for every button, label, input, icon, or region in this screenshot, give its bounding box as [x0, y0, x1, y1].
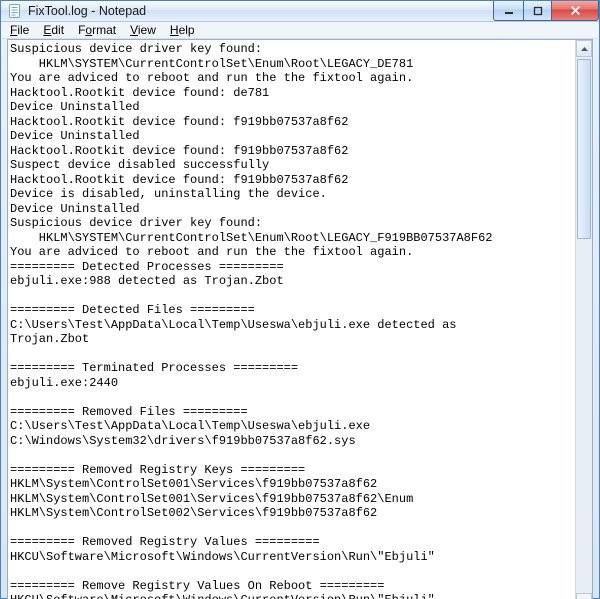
notepad-icon	[7, 3, 23, 19]
scroll-thumb[interactable]	[577, 59, 591, 239]
scroll-track[interactable]	[576, 57, 592, 593]
window-title: FixTool.log - Notepad	[28, 4, 493, 18]
vertical-scrollbar[interactable]	[575, 40, 592, 599]
menubar: File Edit Format View Help	[1, 22, 599, 39]
maximize-button[interactable]	[523, 1, 551, 21]
chevron-up-icon	[581, 47, 588, 51]
menu-view[interactable]: View	[123, 22, 163, 38]
close-button[interactable]	[551, 1, 599, 21]
menu-format[interactable]: Format	[71, 22, 123, 38]
minimize-button[interactable]	[493, 1, 523, 21]
scroll-down-button[interactable]	[576, 593, 592, 599]
maximize-icon	[533, 6, 543, 16]
titlebar[interactable]: FixTool.log - Notepad	[1, 1, 599, 22]
menu-file[interactable]: File	[3, 22, 36, 38]
client-area: Suspicious device driver key found: HKLM…	[7, 39, 593, 599]
window-controls	[493, 1, 599, 21]
scroll-up-button[interactable]	[576, 40, 592, 57]
menu-edit[interactable]: Edit	[36, 22, 71, 38]
menu-help[interactable]: Help	[163, 22, 202, 38]
minimize-icon	[504, 6, 514, 16]
close-icon	[570, 5, 581, 16]
text-content[interactable]: Suspicious device driver key found: HKLM…	[8, 40, 575, 599]
notepad-window: FixTool.log - Notepad File Edit	[0, 0, 600, 599]
